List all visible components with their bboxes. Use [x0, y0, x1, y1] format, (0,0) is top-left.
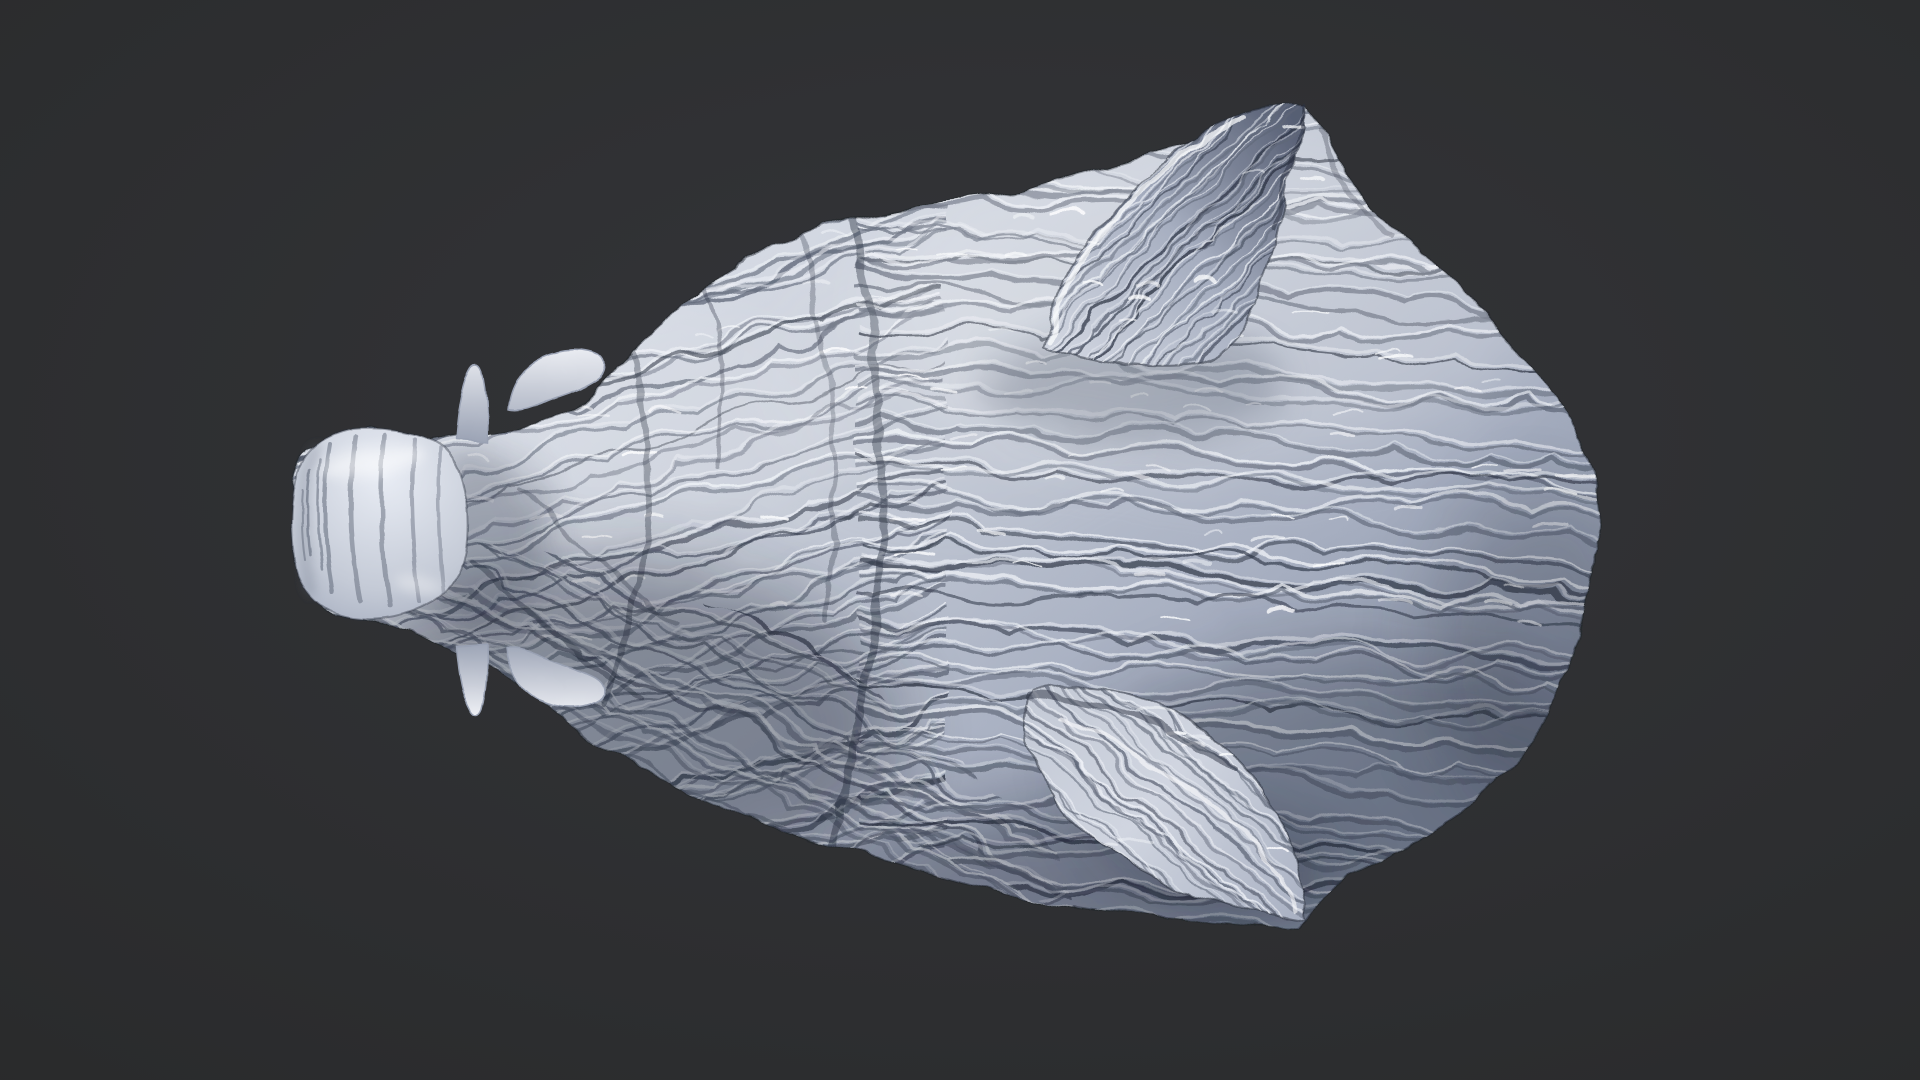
fur-stroke — [1132, 574, 1163, 575]
sculpt-viewport[interactable] — [0, 0, 1920, 1080]
viewport-canvas[interactable] — [0, 0, 1920, 1080]
fur-stroke — [1506, 469, 1541, 471]
fur-stroke — [1394, 507, 1421, 508]
fur-stroke — [1473, 463, 1498, 464]
fur-stroke — [1130, 295, 1151, 297]
fur-stroke — [977, 532, 1007, 534]
fur-stroke — [1315, 566, 1348, 567]
snout — [292, 429, 468, 619]
fur-stroke — [894, 594, 921, 596]
fur-stroke — [1252, 541, 1285, 543]
